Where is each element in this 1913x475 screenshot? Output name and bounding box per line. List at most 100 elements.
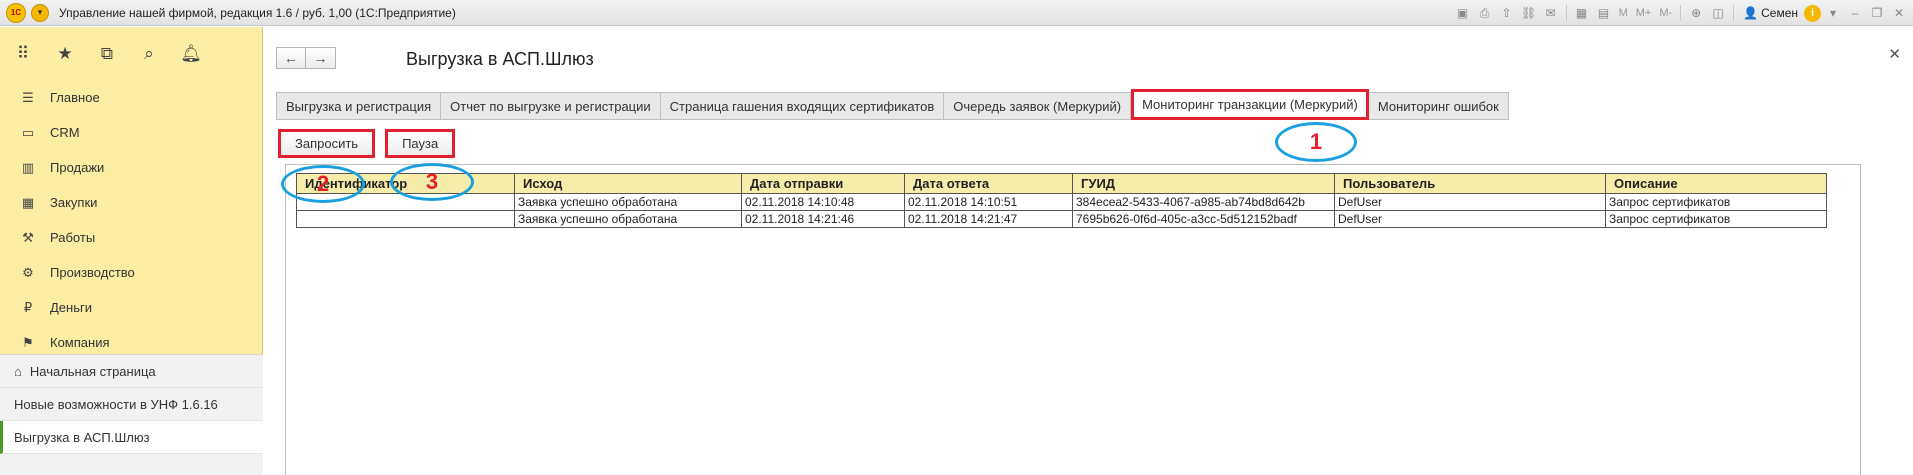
column-header[interactable]: Описание xyxy=(1605,173,1827,194)
zoom-icon[interactable]: ⊕ xyxy=(1686,3,1706,23)
sidebar-item-purchases[interactable]: ▦ Закупки xyxy=(0,185,262,220)
table-row[interactable]: Заявка успешно обработана 02.11.2018 14:… xyxy=(296,193,1827,211)
list-icon: ☰ xyxy=(22,89,34,105)
table-cell: DefUser xyxy=(1334,210,1606,228)
production-icon: ⚙ xyxy=(22,264,34,280)
sidebar-item-label: Компания xyxy=(50,335,110,350)
table-cell: Запрос сертификатов xyxy=(1605,210,1827,228)
command-bar: Запросить Пауза xyxy=(278,129,456,158)
sidebar-item-label: Главное xyxy=(50,90,100,105)
open-window-label: Начальная страница xyxy=(29,363,156,379)
home-icon: ⌂ xyxy=(14,363,22,379)
sections-panel: ⠿ ★ ⧉ ⌕ 🔔︎ ☰ Главное ▭ CRM ▥ Продажи ▦ З… xyxy=(0,27,263,475)
sidebar-item-label: Продажи xyxy=(50,160,105,175)
table-row[interactable]: Заявка успешно обработана 02.11.2018 14:… xyxy=(296,210,1827,228)
tab-error-monitoring[interactable]: Мониторинг ошибок xyxy=(1368,92,1509,120)
transactions-table: Идентификатор Исход Дата отправки Дата о… xyxy=(296,173,1827,228)
tab-transaction-monitoring[interactable]: Мониторинг транзакции (Меркурий) xyxy=(1131,89,1369,120)
print-icon[interactable]: ⎙ xyxy=(1475,3,1495,23)
table-cell: DefUser xyxy=(1334,193,1606,211)
form-area: ← → Выгрузка в АСП.Шлюз ✕ Выгрузка и рег… xyxy=(264,27,1913,475)
close-form-icon[interactable]: ✕ xyxy=(1888,45,1901,63)
window-title: Управление нашей фирмой, редакция 1.6 / … xyxy=(59,5,456,20)
calendar-icon[interactable]: ▤ xyxy=(1594,3,1614,23)
memory-button[interactable]: M xyxy=(1616,7,1631,19)
request-button[interactable]: Запросить xyxy=(278,129,376,158)
column-header[interactable]: Пользователь xyxy=(1334,173,1606,194)
open-window-asp-gateway[interactable]: Выгрузка в АСП.Шлюз xyxy=(0,421,263,454)
open-window-new-features[interactable]: Новые возможности в УНФ 1.6.16 xyxy=(0,388,263,421)
sidebar-item-label: Производство xyxy=(50,265,135,280)
table-cell: Заявка успешно обработана xyxy=(514,210,742,228)
save-icon[interactable]: ▣ xyxy=(1453,3,1473,23)
titlebar-tools: ▣ ⎙ ⇧ ⛓ ✉ ▦ ▤ M M+ M- ⊕ ◫ 👤 Семен i ▾ – … xyxy=(1453,0,1909,26)
mail-icon[interactable]: ✉ xyxy=(1541,3,1561,23)
sidebar-item-money[interactable]: ₽ Деньги xyxy=(0,290,262,325)
table-cell: 02.11.2018 14:21:47 xyxy=(904,210,1073,228)
minimize-icon[interactable]: – xyxy=(1845,3,1865,23)
sidebar-item-label: Закупки xyxy=(50,195,98,210)
table-cell xyxy=(296,210,515,228)
upload-icon[interactable]: ⇧ xyxy=(1497,3,1517,23)
apps-icon[interactable]: ⠿ xyxy=(12,43,34,65)
works-icon: ⚒ xyxy=(22,229,34,245)
close-window-icon[interactable]: ✕ xyxy=(1889,3,1909,23)
memory-plus-button[interactable]: M+ xyxy=(1633,7,1655,19)
callout-1: 1 xyxy=(1275,122,1357,162)
callout-2: 2 xyxy=(281,165,365,203)
memory-minus-button[interactable]: M- xyxy=(1656,7,1675,19)
column-header[interactable]: Дата ответа xyxy=(904,173,1073,194)
restore-icon[interactable]: ❐ xyxy=(1867,3,1887,23)
table-cell: 7695b626-0f6d-405c-a3cc-5d512152badf xyxy=(1072,210,1335,228)
table-cell: 02.11.2018 14:10:48 xyxy=(741,193,905,211)
separator xyxy=(1680,5,1682,21)
tab-request-queue[interactable]: Очередь заявок (Меркурий) xyxy=(944,92,1132,120)
1c-logo-icon: 1С xyxy=(6,2,26,23)
separator xyxy=(1565,5,1567,21)
purchases-icon: ▦ xyxy=(21,194,35,210)
tab-export-registration[interactable]: Выгрузка и регистрация xyxy=(276,92,442,120)
open-window-home[interactable]: ⌂ Начальная страница xyxy=(0,355,263,388)
navigation-buttons: ← → xyxy=(276,47,336,69)
main-menu-button[interactable]: ▾ xyxy=(31,3,49,22)
chevron-down-icon[interactable]: ▾ xyxy=(1823,3,1843,23)
user-icon: 👤 xyxy=(1743,6,1759,20)
callout-3: 3 xyxy=(390,163,474,201)
form-tabs: Выгрузка и регистрация Отчет по выгрузке… xyxy=(276,89,1509,120)
column-header[interactable]: ГУИД xyxy=(1072,173,1335,194)
history-icon[interactable]: ⧉ xyxy=(96,43,118,65)
search-icon[interactable]: ⌕ xyxy=(138,43,160,65)
sidebar-item-works[interactable]: ⚒ Работы xyxy=(0,220,262,255)
pause-button[interactable]: Пауза xyxy=(385,129,456,158)
sidebar-item-main[interactable]: ☰ Главное xyxy=(0,80,262,115)
calculator-icon[interactable]: ▦ xyxy=(1572,3,1592,23)
link-icon[interactable]: ⛓ xyxy=(1519,3,1539,23)
tab-certificate-redemption[interactable]: Страница гашения входящих сертификатов xyxy=(660,92,945,120)
table-cell: Заявка успешно обработана xyxy=(514,193,742,211)
open-windows-panel: ⌂ Начальная страница Новые возможности в… xyxy=(0,354,263,475)
sidebar-item-label: CRM xyxy=(50,125,80,140)
sidebar-item-sales[interactable]: ▥ Продажи xyxy=(0,150,262,185)
table-cell: 02.11.2018 14:21:46 xyxy=(741,210,905,228)
window-titlebar: 1С ▾ Управление нашей фирмой, редакция 1… xyxy=(0,0,1913,26)
star-icon[interactable]: ★ xyxy=(54,43,76,65)
sidebar-item-label: Деньги xyxy=(50,300,92,315)
separator xyxy=(1733,5,1735,21)
user-name: Семен xyxy=(1761,6,1798,20)
crm-icon: ▭ xyxy=(21,124,35,140)
bell-icon[interactable]: 🔔︎ xyxy=(180,43,202,65)
back-button[interactable]: ← xyxy=(276,47,306,69)
forward-button[interactable]: → xyxy=(306,47,336,69)
column-header[interactable]: Дата отправки xyxy=(741,173,905,194)
current-user[interactable]: 👤 Семен xyxy=(1739,6,1802,20)
column-header[interactable]: Исход xyxy=(514,173,742,194)
info-icon[interactable]: i xyxy=(1804,4,1821,22)
table-cell: 384ecea2-5433-4067-a985-ab74bd8d642b xyxy=(1072,193,1335,211)
money-icon: ₽ xyxy=(23,299,33,315)
table-header-row: Идентификатор Исход Дата отправки Дата о… xyxy=(296,173,1827,194)
sales-icon: ▥ xyxy=(21,159,35,175)
panels-icon[interactable]: ◫ xyxy=(1708,3,1728,23)
sidebar-item-production[interactable]: ⚙ Производство xyxy=(0,255,262,290)
sidebar-item-crm[interactable]: ▭ CRM xyxy=(0,115,262,150)
tab-export-report[interactable]: Отчет по выгрузке и регистрации xyxy=(441,92,661,120)
